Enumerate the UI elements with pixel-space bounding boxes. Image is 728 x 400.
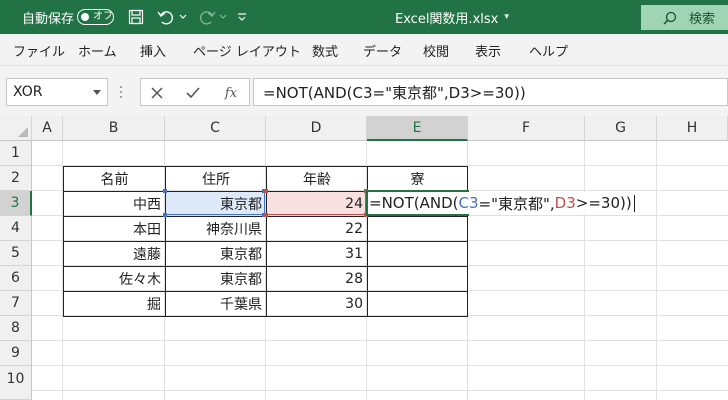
- name-box-value: XOR: [13, 84, 43, 100]
- row-header-8[interactable]: 8: [0, 316, 32, 341]
- cell-age[interactable]: 28: [267, 266, 367, 291]
- customize-toolbar-icon[interactable]: [236, 10, 248, 24]
- cell-name[interactable]: 中西: [64, 191, 165, 216]
- workbook-title[interactable]: Excel関数用.xlsx ▾: [395, 0, 509, 34]
- cell-address[interactable]: 千葉県: [166, 291, 266, 316]
- insert-function-icon[interactable]: fx: [221, 83, 241, 103]
- column-header-h[interactable]: H: [657, 116, 728, 141]
- name-box-dropdown-icon[interactable]: [93, 90, 101, 95]
- row-header-7[interactable]: 7: [0, 291, 32, 316]
- formula-input[interactable]: =NOT(AND(C3="東京都",D3>=30)): [253, 78, 728, 106]
- ref-handle[interactable]: [163, 189, 167, 193]
- gridline: [32, 365, 728, 366]
- autosave-label: 自動保存: [22, 11, 75, 27]
- cell-age[interactable]: 22: [267, 216, 367, 241]
- cell-address[interactable]: 東京都: [166, 241, 266, 266]
- cell-address[interactable]: 東京都: [166, 191, 266, 216]
- tab-review[interactable]: 校閲: [423, 34, 449, 66]
- search-label: 検索: [689, 12, 716, 27]
- row-header-3[interactable]: 3: [0, 191, 32, 216]
- select-all-corner[interactable]: [0, 116, 32, 141]
- search-icon: [663, 11, 677, 25]
- title-dropdown-icon: ▾: [504, 12, 509, 22]
- formula-ref-d3: D3: [554, 194, 576, 212]
- row-header-10[interactable]: 10: [0, 366, 32, 400]
- row-header-5[interactable]: 5: [0, 241, 32, 266]
- ref-handle[interactable]: [264, 213, 268, 217]
- column-header-f[interactable]: F: [468, 116, 585, 141]
- row-header-4[interactable]: 4: [0, 216, 32, 241]
- header-age[interactable]: 年齢: [267, 166, 367, 191]
- filename: Excel関数用.xlsx: [395, 11, 499, 27]
- worksheet-grid[interactable]: A B C D E F G H 1 2 3 4 5 6 7 8 9 10 名前 …: [0, 116, 728, 400]
- column-header-e[interactable]: E: [367, 116, 468, 141]
- undo-dropdown-icon[interactable]: [178, 12, 188, 22]
- row-header-1[interactable]: 1: [0, 141, 32, 166]
- enter-check-icon[interactable]: [185, 85, 201, 101]
- table-border: [467, 166, 468, 317]
- excel-window: 自動保存 オフ Excel関数用.xlsx ▾ 検索 ファイル ホーム 挿入 ペ…: [0, 0, 728, 400]
- header-extra[interactable]: 寮: [368, 166, 467, 191]
- undo-icon[interactable]: [156, 8, 176, 26]
- row-header-9[interactable]: 9: [0, 341, 32, 366]
- redo-icon[interactable]: [197, 8, 217, 26]
- gridline: [584, 141, 585, 400]
- cell-name[interactable]: 本田: [64, 216, 165, 241]
- autosave-toggle[interactable]: オフ: [77, 9, 114, 25]
- tab-insert[interactable]: 挿入: [140, 34, 166, 66]
- cell-age[interactable]: 30: [267, 291, 367, 316]
- tab-file[interactable]: ファイル: [13, 34, 65, 66]
- tab-page-layout[interactable]: ページ レイアウト: [193, 34, 301, 66]
- ref-handle[interactable]: [163, 213, 167, 217]
- title-bar: 自動保存 オフ Excel関数用.xlsx ▾ 検索: [0, 0, 728, 34]
- gridline: [656, 141, 657, 400]
- save-icon[interactable]: [127, 8, 145, 26]
- cell-name[interactable]: 掘: [64, 291, 165, 316]
- formula-bar: XOR fx =NOT(AND(C3="東京都",D3>=30)): [0, 66, 728, 116]
- formula-part: =NOT(AND(: [369, 194, 459, 212]
- column-header-b[interactable]: B: [63, 116, 165, 141]
- toggle-knob: [81, 13, 89, 21]
- text-cursor: [633, 194, 635, 212]
- formula-part: >=30)): [575, 194, 632, 212]
- column-header-g[interactable]: G: [585, 116, 657, 141]
- formula-part: ="東京都",: [478, 194, 555, 213]
- column-header-a[interactable]: A: [32, 116, 63, 141]
- ribbon-tabs: ファイル ホーム 挿入 ページ レイアウト 数式 データ 校閲 表示 ヘルプ: [0, 34, 728, 66]
- cell-address[interactable]: 東京都: [166, 266, 266, 291]
- column-header-c[interactable]: C: [165, 116, 266, 141]
- redo-dropdown-icon[interactable]: [218, 12, 228, 22]
- tab-home[interactable]: ホーム: [78, 34, 117, 66]
- cell-age[interactable]: 24: [267, 191, 367, 216]
- cancel-icon[interactable]: [149, 85, 165, 101]
- active-cell-editor[interactable]: =NOT(AND(C3 ="東京都", D3 >=30)): [369, 192, 637, 214]
- tab-view[interactable]: 表示: [475, 34, 501, 66]
- gridline: [32, 340, 728, 341]
- row-header-6[interactable]: 6: [0, 266, 32, 291]
- formula-ref-c3: C3: [458, 194, 479, 212]
- tab-formulas[interactable]: 数式: [312, 34, 338, 66]
- cell-name[interactable]: 佐々木: [64, 266, 165, 291]
- header-address[interactable]: 住所: [166, 166, 266, 191]
- header-name[interactable]: 名前: [64, 166, 165, 191]
- splitter-dots-icon[interactable]: [118, 84, 124, 100]
- cell-address[interactable]: 神奈川県: [166, 216, 266, 241]
- name-box[interactable]: XOR: [6, 78, 108, 106]
- tab-data[interactable]: データ: [363, 34, 402, 66]
- row-header-2[interactable]: 2: [0, 166, 32, 191]
- cell-age[interactable]: 31: [267, 241, 367, 266]
- tab-help[interactable]: ヘルプ: [529, 34, 568, 66]
- cell-name[interactable]: 遠藤: [64, 241, 165, 266]
- ref-handle[interactable]: [264, 189, 268, 193]
- autosave-state: オフ: [93, 11, 113, 22]
- formula-controls: fx: [140, 78, 250, 106]
- column-header-d[interactable]: D: [266, 116, 367, 141]
- gridline: [32, 390, 728, 391]
- search-box[interactable]: 検索: [641, 5, 728, 30]
